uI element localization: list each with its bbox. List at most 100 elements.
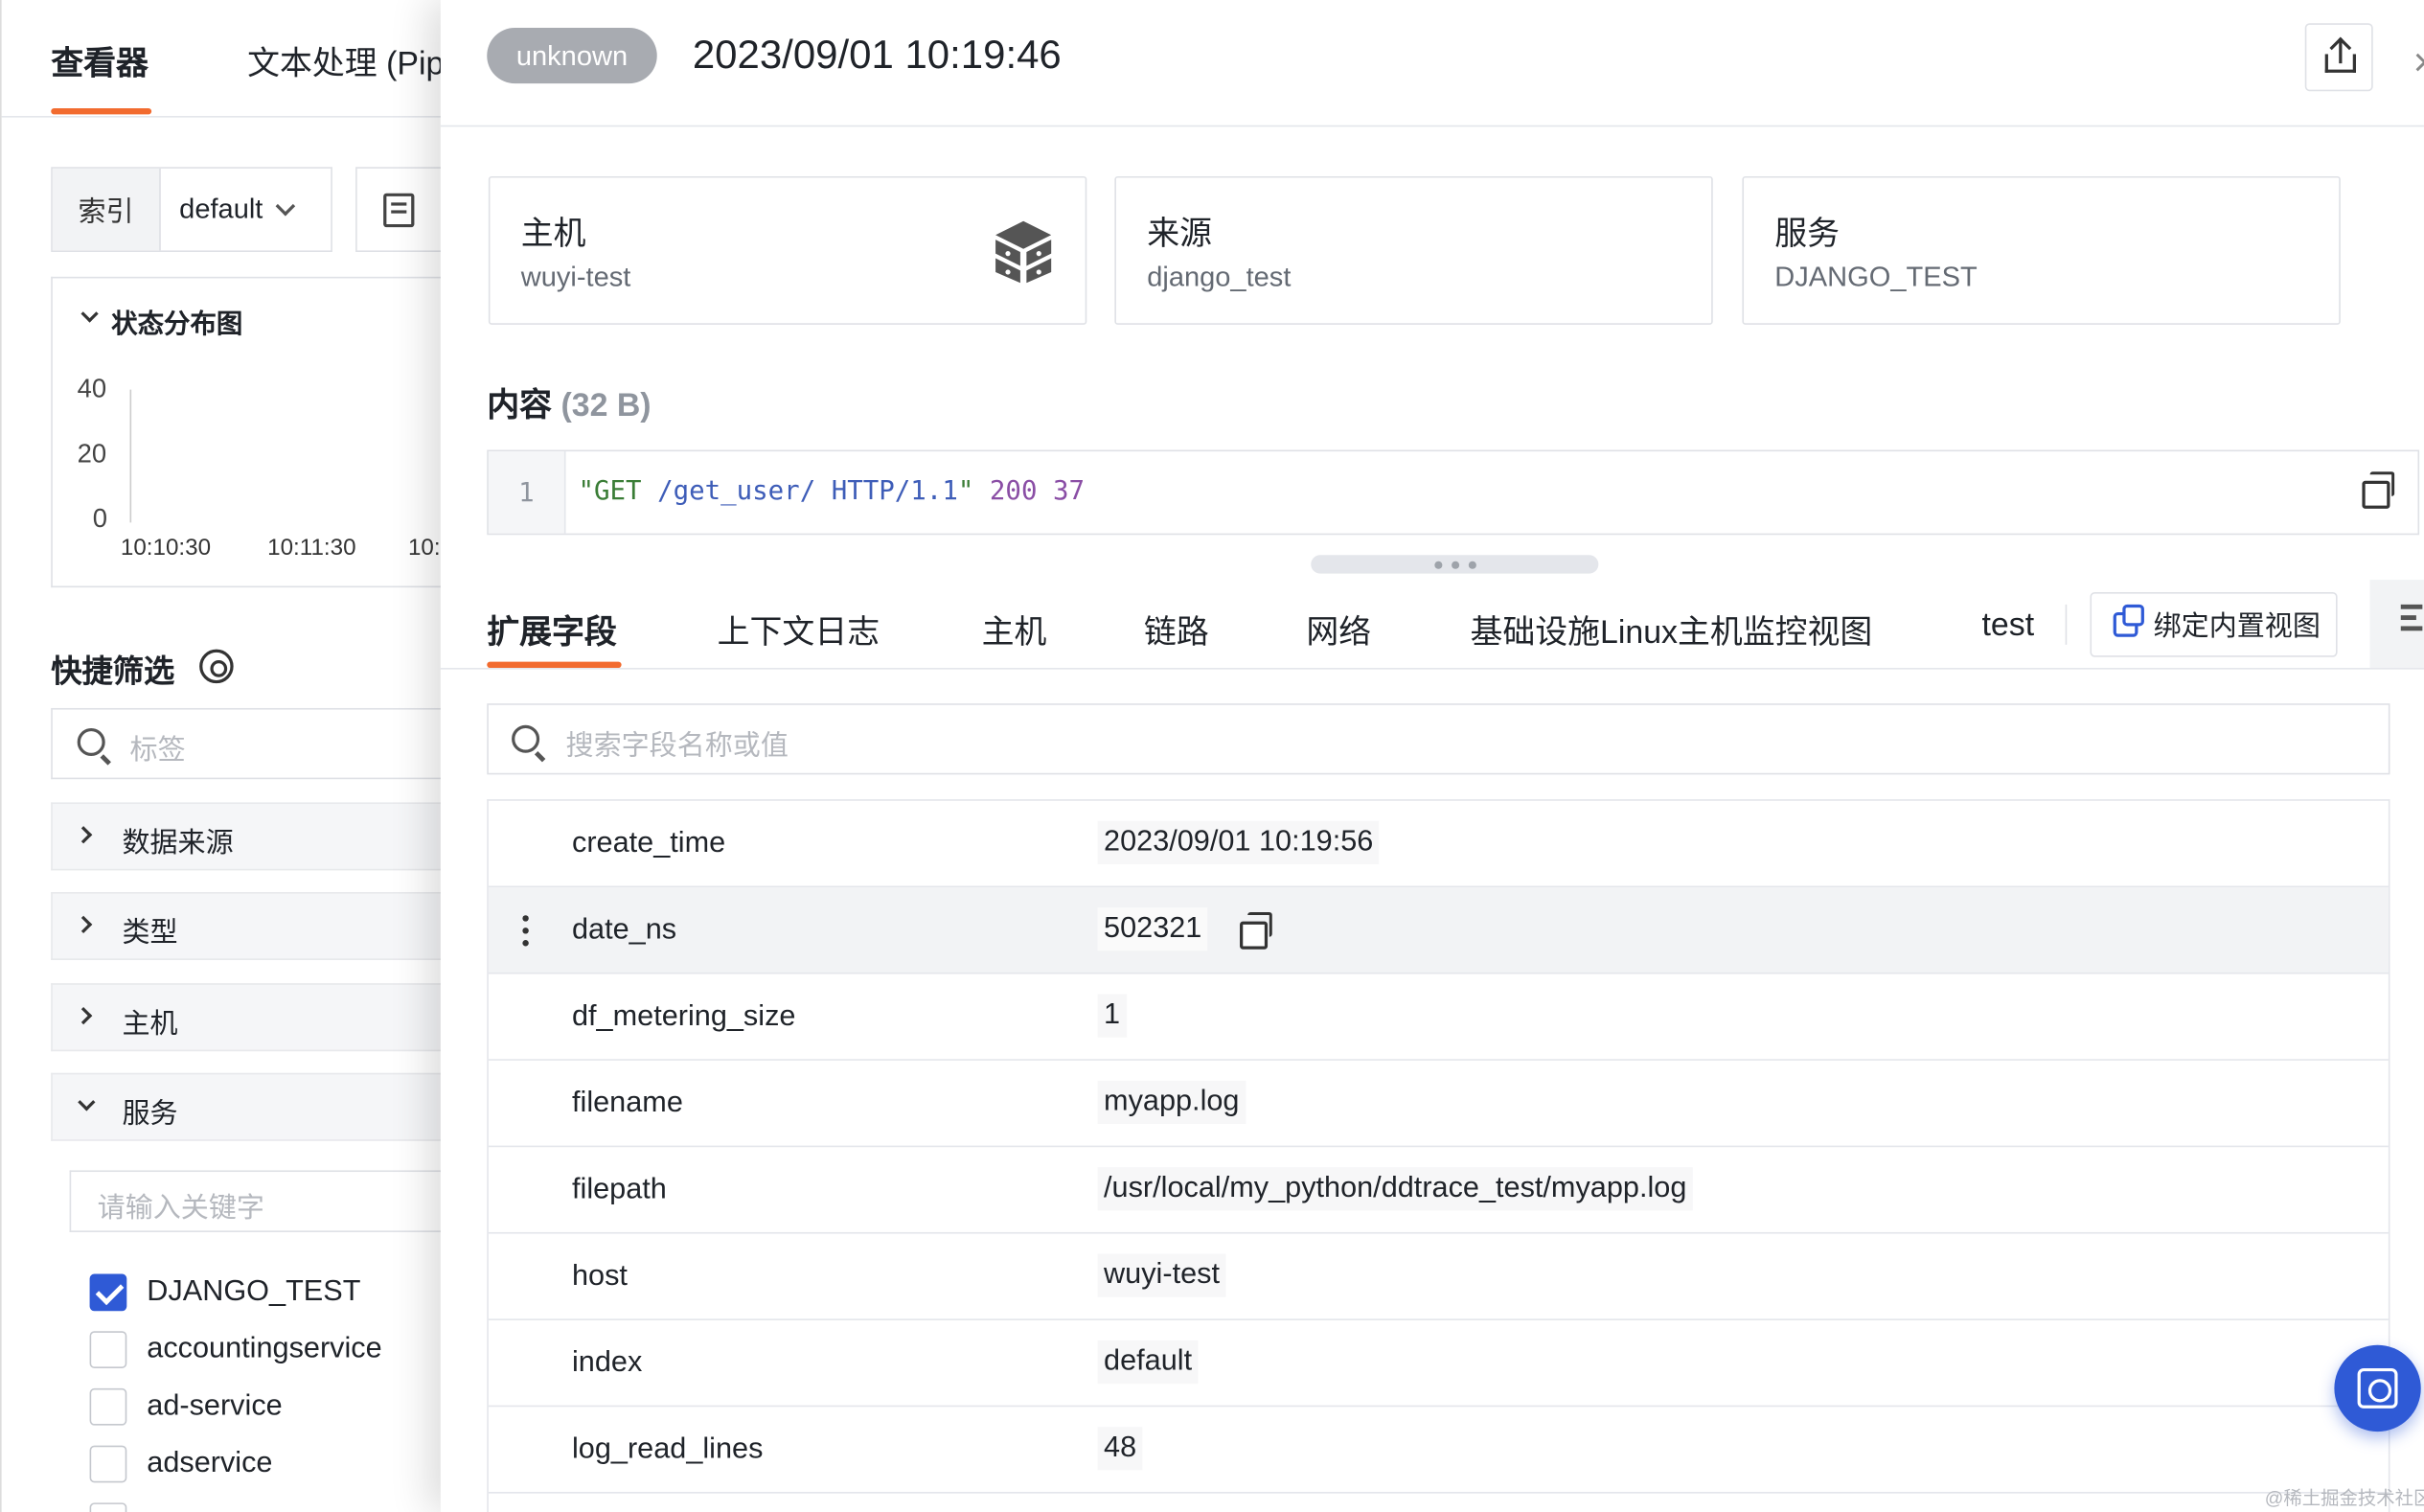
service-card[interactable]: 服务 DJANGO_TEST bbox=[1742, 175, 2341, 325]
fields-table: create_time 2023/09/01 10:19:56 date_ns … bbox=[487, 799, 2390, 1512]
code-method: "GET bbox=[578, 475, 642, 508]
content-size: (32 B) bbox=[560, 387, 652, 424]
table-row[interactable]: filename myapp.log bbox=[488, 1061, 2389, 1148]
bind-builtin-view-button[interactable]: 绑定内置视图 bbox=[2090, 591, 2338, 657]
filter-group-service[interactable]: 服务 bbox=[51, 1072, 466, 1141]
gear-icon[interactable] bbox=[199, 649, 234, 684]
field-search-placeholder: 搜索字段名称或值 bbox=[565, 729, 789, 761]
tag-placeholder: 标签 bbox=[129, 734, 186, 766]
field-value[interactable]: 48 bbox=[1097, 1427, 1143, 1471]
copy-icon[interactable] bbox=[2362, 471, 2395, 509]
filter-group-data-source[interactable]: 数据来源 bbox=[51, 802, 466, 871]
field-value[interactable]: 1 bbox=[1097, 994, 1127, 1038]
card-title: 服务 bbox=[1774, 216, 1841, 253]
app-root: 查看器 文本处理 (Pip 索引 default 状态分布图 40 20 0 1… bbox=[0, 0, 2424, 1512]
more-tabs-button[interactable] bbox=[2369, 580, 2424, 669]
explorer-tabs: 查看器 文本处理 (Pip bbox=[1, 0, 466, 118]
service-option[interactable]: ad-service bbox=[89, 1387, 283, 1426]
source-card[interactable]: 来源 django_test bbox=[1114, 175, 1713, 325]
field-search-input[interactable]: 搜索字段名称或值 bbox=[487, 703, 2390, 775]
index-value: default bbox=[179, 193, 263, 224]
tab-trace[interactable]: 链路 bbox=[1144, 607, 1209, 653]
tab-test[interactable]: test bbox=[1982, 607, 2035, 645]
card-value: wuyi-test bbox=[520, 261, 631, 292]
field-value[interactable]: /usr/local/my_python/ddtrace_test/myapp.… bbox=[1097, 1167, 1693, 1211]
service-keyword-input[interactable]: 请输入关键字 bbox=[69, 1170, 466, 1232]
field-value[interactable]: 502321 bbox=[1097, 907, 1208, 951]
field-value[interactable]: 2023/09/01 10:19:56 bbox=[1097, 820, 1380, 864]
menu-icon bbox=[2400, 626, 2423, 630]
code-quote: " bbox=[957, 475, 974, 508]
field-key: create_time bbox=[571, 827, 726, 860]
active-tab-indicator bbox=[487, 661, 622, 669]
service-option[interactable]: DJANGO_TEST bbox=[89, 1273, 360, 1312]
code-bytes: 37 bbox=[1053, 475, 1086, 508]
table-row[interactable]: log_read_lines 48 bbox=[488, 1407, 2389, 1494]
group-label: 数据来源 bbox=[122, 827, 234, 859]
close-icon[interactable]: × bbox=[2413, 38, 2424, 86]
log-content-code: 1 "GET /get_user/ HTTP/1.1" 200 37 bbox=[487, 449, 2420, 536]
table-row[interactable]: create_time 2023/09/01 10:19:56 bbox=[488, 801, 2389, 888]
tag-search-input[interactable]: 标签 bbox=[51, 707, 466, 780]
tab-pipeline[interactable]: 文本处理 (Pip bbox=[247, 38, 444, 84]
copy-icon[interactable] bbox=[1240, 911, 1272, 950]
service-option[interactable]: accountingservice bbox=[89, 1331, 382, 1368]
line-number: 1 bbox=[488, 451, 566, 534]
checkbox[interactable] bbox=[89, 1387, 127, 1426]
chevron-down-icon bbox=[275, 195, 296, 217]
chevron-right-icon bbox=[75, 826, 93, 844]
active-tab-indicator bbox=[51, 107, 152, 115]
code-status: 200 bbox=[989, 475, 1038, 508]
tabs-divider bbox=[2065, 604, 2068, 645]
checkbox[interactable] bbox=[89, 1331, 127, 1368]
tab-network[interactable]: 网络 bbox=[1306, 607, 1371, 653]
chevron-right-icon bbox=[75, 1006, 93, 1025]
table-row[interactable]: host wuyi-test bbox=[488, 1234, 2389, 1320]
table-row[interactable]: df_metering_size 1 bbox=[488, 974, 2389, 1061]
resize-handle[interactable] bbox=[1311, 555, 1599, 574]
table-row[interactable]: index default bbox=[488, 1320, 2389, 1408]
share-button[interactable] bbox=[2304, 23, 2373, 92]
dot bbox=[1468, 560, 1476, 568]
filter-group-type[interactable]: 类型 bbox=[51, 891, 466, 960]
status-badge: unknown bbox=[487, 28, 657, 84]
service-name: adservice bbox=[147, 1447, 273, 1480]
chevron-right-icon bbox=[75, 915, 93, 934]
more-vertical-icon[interactable] bbox=[522, 915, 529, 947]
group-label: 主机 bbox=[122, 1008, 178, 1040]
group-label: 类型 bbox=[122, 916, 178, 949]
field-value[interactable]: wuyi-test bbox=[1097, 1253, 1226, 1297]
index-dropdown[interactable]: default bbox=[161, 169, 331, 251]
dot bbox=[1433, 560, 1442, 568]
bind-view-label: 绑定内置视图 bbox=[2153, 610, 2321, 642]
tab-extended-fields[interactable]: 扩展字段 bbox=[487, 607, 617, 653]
index-selector[interactable]: 索引 default bbox=[51, 167, 332, 253]
tab-viewer[interactable]: 查看器 bbox=[51, 38, 149, 84]
filter-group-host[interactable]: 主机 bbox=[51, 983, 466, 1052]
screenshot-fab-button[interactable] bbox=[2334, 1344, 2421, 1432]
service-option[interactable] bbox=[89, 1502, 127, 1512]
tab-context-logs[interactable]: 上下文日志 bbox=[718, 607, 880, 653]
tab-linux-host-view[interactable]: 基础设施Linux主机监控视图 bbox=[1470, 607, 1872, 653]
field-key: host bbox=[571, 1260, 628, 1293]
search-icon bbox=[77, 727, 105, 757]
table-row[interactable]: filepath /usr/local/my_python/ddtrace_te… bbox=[488, 1147, 2389, 1234]
service-option[interactable]: adservice bbox=[89, 1445, 273, 1483]
table-row[interactable]: date_ns 502321 bbox=[488, 887, 2389, 974]
field-key: filepath bbox=[571, 1173, 667, 1206]
group-label: 服务 bbox=[122, 1097, 178, 1129]
tab-host[interactable]: 主机 bbox=[982, 607, 1047, 653]
x-tick: 10: bbox=[407, 535, 441, 561]
checkbox[interactable] bbox=[89, 1445, 127, 1483]
chevron-down-icon[interactable] bbox=[80, 305, 99, 323]
service-name: accountingservice bbox=[147, 1332, 382, 1365]
checkbox[interactable] bbox=[89, 1502, 127, 1512]
card-title: 来源 bbox=[1147, 216, 1212, 253]
index-label: 索引 bbox=[52, 168, 161, 251]
menu-icon bbox=[2400, 604, 2423, 608]
link-icon bbox=[2113, 604, 2144, 637]
host-card[interactable]: 主机 wuyi-test bbox=[488, 175, 1087, 325]
field-value[interactable]: myapp.log bbox=[1097, 1080, 1246, 1125]
field-value[interactable]: default bbox=[1097, 1340, 1199, 1385]
checkbox-checked[interactable] bbox=[89, 1273, 127, 1312]
